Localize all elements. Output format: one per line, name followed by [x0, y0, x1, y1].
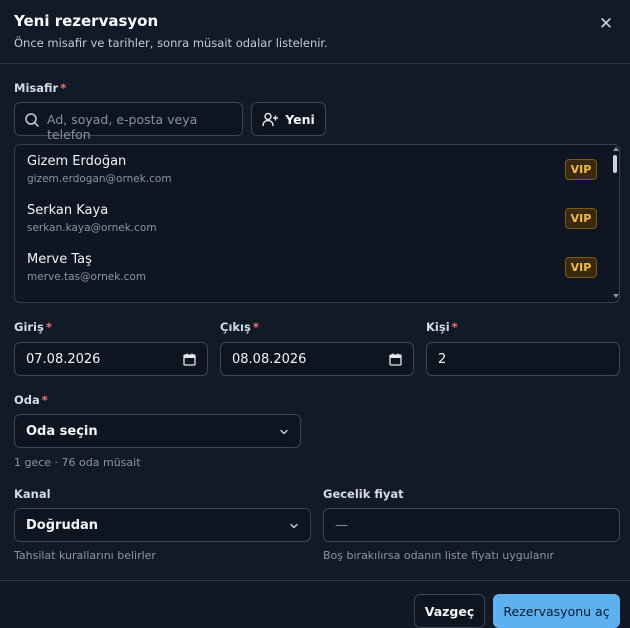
reservation-modal: Yeni rezervasyon Önce misafir ve tarihle…: [0, 0, 630, 628]
guest-list-item[interactable]: Serkan Kaya serkan.kaya@ornek.com VIP: [15, 194, 609, 243]
room-select[interactable]: Oda seçin: [14, 414, 301, 448]
calendar-icon[interactable]: [183, 353, 196, 366]
price-label: Gecelik fiyat: [323, 487, 404, 501]
scroll-up-icon[interactable]: [613, 147, 619, 151]
close-icon[interactable]: ✕: [596, 14, 616, 34]
guest-list-item[interactable]: Gizem Erdoğan gizem.erdogan@ornek.com VI…: [15, 145, 609, 194]
guest-email: gizem.erdogan@ornek.com: [27, 173, 172, 185]
room-label: Oda *: [14, 393, 48, 407]
required-mark: *: [451, 320, 458, 334]
price-hint: Boş bırakılırsa odanın liste fiyatı uygu…: [323, 549, 555, 562]
checkin-date-value: 07.08.2026: [26, 352, 101, 367]
guest-list-scrollbar[interactable]: [611, 145, 619, 302]
search-icon: [25, 113, 39, 127]
channel-label: Kanal: [14, 487, 51, 501]
room-hint: 1 gece · 76 oda müsait: [14, 456, 141, 469]
persons-label: Kişi *: [426, 320, 458, 334]
chevron-down-icon: [280, 429, 288, 435]
persons-input[interactable]: 2: [426, 342, 620, 376]
guest-name: Serkan Kaya: [27, 203, 109, 218]
persons-value: 2: [438, 352, 447, 367]
checkin-date-input[interactable]: 07.08.2026: [14, 342, 208, 376]
scroll-thumb[interactable]: [613, 155, 617, 173]
checkin-label: Giriş *: [14, 320, 52, 334]
cancel-button[interactable]: Vazgeç: [414, 594, 485, 628]
required-mark: *: [41, 393, 48, 407]
nightly-price-placeholder: —: [335, 518, 348, 533]
guest-search-input[interactable]: Ad, soyad, e-posta veya telefon: [14, 102, 243, 142]
required-mark: *: [252, 320, 259, 334]
user-plus-icon: [262, 112, 279, 126]
modal-header: Yeni rezervasyon Önce misafir ve tarihle…: [0, 0, 630, 64]
required-mark: *: [60, 81, 67, 95]
channel-selected-value: Doğrudan: [26, 518, 99, 533]
calendar-icon[interactable]: [389, 353, 402, 366]
guest-search-placeholder: Ad, soyad, e-posta veya telefon: [47, 112, 198, 142]
required-mark: *: [45, 320, 52, 334]
channel-hint: Tahsilat kurallarını belirler: [14, 549, 156, 562]
checkout-date-value: 08.08.2026: [232, 352, 307, 367]
guest-name: Merve Taş: [27, 252, 92, 267]
vip-badge: VIP: [565, 208, 597, 229]
room-selected-value: Oda seçin: [26, 424, 98, 439]
guest-list-item[interactable]: Merve Taş merve.tas@ornek.com VIP: [15, 243, 609, 292]
channel-select[interactable]: Doğrudan: [14, 508, 311, 542]
chevron-down-icon: [290, 523, 298, 529]
vip-badge: VIP: [565, 257, 597, 278]
submit-reservation-button[interactable]: Rezervasyonu aç: [493, 594, 620, 628]
modal-subtitle: Önce misafir ve tarihler, sonra müsait o…: [14, 36, 328, 50]
guest-list: Gizem Erdoğan gizem.erdogan@ornek.com VI…: [14, 144, 620, 303]
nightly-price-input[interactable]: —: [323, 508, 620, 542]
vip-badge: VIP: [565, 159, 597, 180]
modal-footer: Vazgeç Rezervasyonu aç: [0, 580, 630, 628]
new-guest-label: Yeni: [285, 111, 315, 127]
modal-title: Yeni rezervasyon: [14, 12, 159, 30]
guest-label: Misafir *: [14, 81, 67, 95]
checkout-label: Çıkış *: [220, 320, 259, 334]
scroll-down-icon[interactable]: [613, 294, 619, 298]
guest-email: merve.tas@ornek.com: [27, 271, 147, 283]
guest-email: serkan.kaya@ornek.com: [27, 222, 157, 234]
new-guest-button[interactable]: Yeni: [251, 102, 326, 136]
checkout-date-input[interactable]: 08.08.2026: [220, 342, 414, 376]
guest-name: Gizem Erdoğan: [27, 154, 127, 169]
